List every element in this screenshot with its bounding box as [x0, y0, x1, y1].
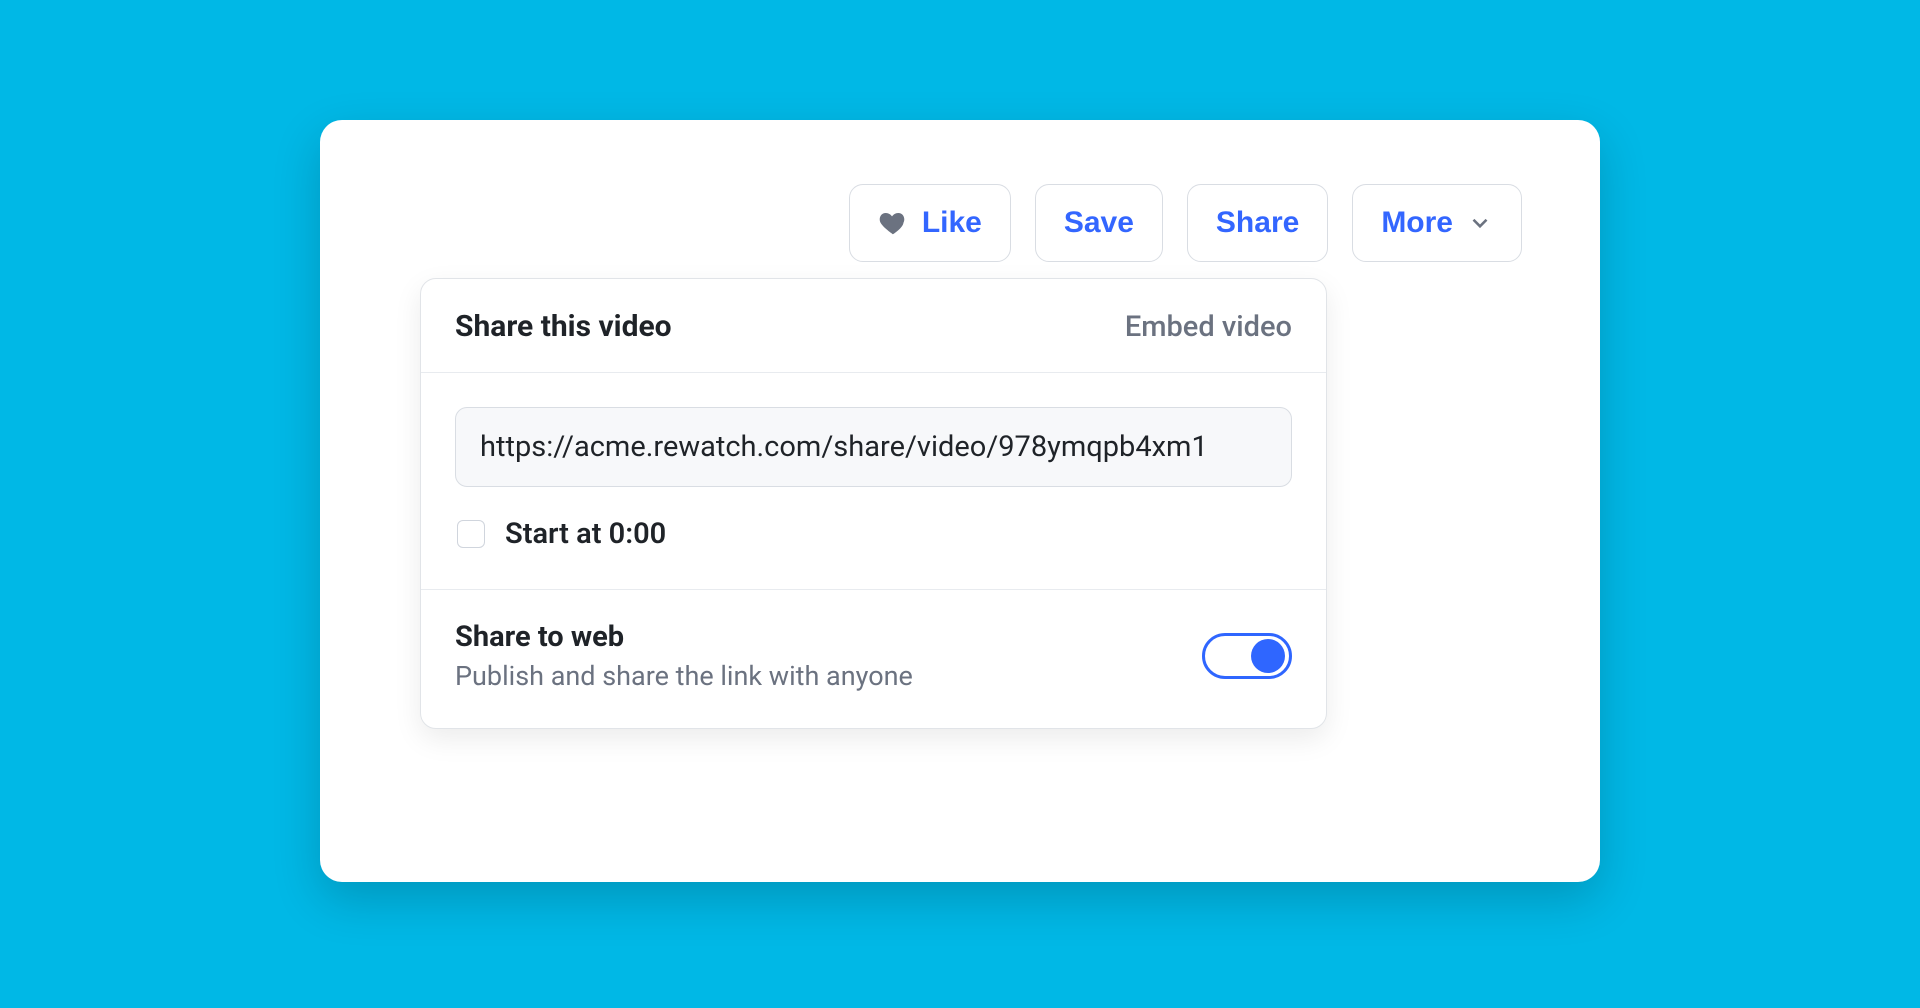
share-popover-header: Share this video Embed video — [421, 279, 1326, 373]
share-popover-title: Share this video — [455, 309, 672, 344]
share-button[interactable]: Share — [1187, 184, 1328, 262]
save-button[interactable]: Save — [1035, 184, 1163, 262]
like-button[interactable]: Like — [849, 184, 1011, 262]
chevron-down-icon — [1467, 210, 1493, 236]
more-button[interactable]: More — [1352, 184, 1522, 262]
start-at-checkbox[interactable] — [457, 520, 485, 548]
share-popover: Share this video Embed video https://acm… — [420, 278, 1327, 729]
start-at-label: Start at 0:00 — [505, 517, 666, 551]
toggle-knob — [1251, 639, 1285, 673]
like-button-label: Like — [922, 208, 982, 238]
video-action-toolbar: Like Save Share More — [398, 184, 1522, 262]
share-url-input[interactable]: https://acme.rewatch.com/share/video/978… — [455, 407, 1292, 487]
heart-icon — [878, 208, 908, 238]
embed-video-tab[interactable]: Embed video — [1125, 310, 1292, 344]
share-to-web-subtitle: Publish and share the link with anyone — [455, 660, 913, 692]
share-popover-body: https://acme.rewatch.com/share/video/978… — [421, 373, 1326, 590]
share-button-label: Share — [1216, 208, 1299, 238]
share-to-web-title: Share to web — [455, 620, 913, 654]
more-button-label: More — [1381, 208, 1453, 238]
save-button-label: Save — [1064, 208, 1134, 238]
share-to-web-text: Share to web Publish and share the link … — [455, 620, 913, 692]
share-to-web-toggle[interactable] — [1202, 633, 1292, 679]
start-at-row: Start at 0:00 — [455, 517, 1292, 565]
share-popover-footer: Share to web Publish and share the link … — [421, 590, 1326, 728]
app-card: Like Save Share More Share this video Em… — [320, 120, 1600, 882]
